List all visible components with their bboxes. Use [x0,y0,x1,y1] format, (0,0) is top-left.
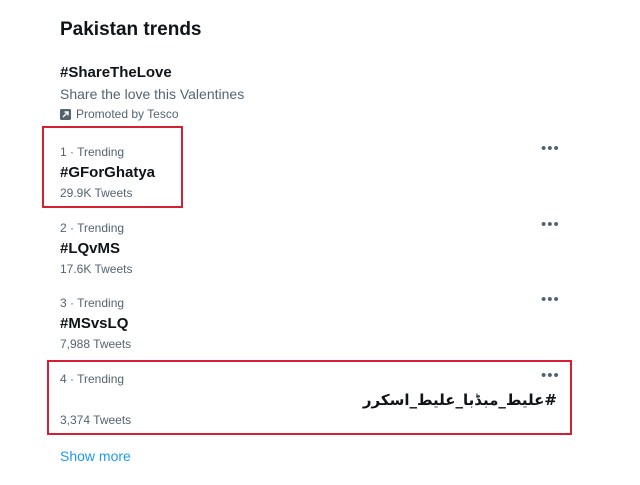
trend-count: 7,988 Tweets [60,337,132,351]
trend-count: 17.6K Tweets [60,262,133,276]
trend-name[interactable]: #LQvMS [60,239,560,259]
promoted-arrow-icon [60,108,71,120]
trend-item[interactable]: 2 · Trending #LQvMS 17.6K Tweets ••• [60,217,560,277]
trend-meta: 2 · Trending [60,221,125,235]
trend-item[interactable]: 3 · Trending #MSvsLQ 7,988 Tweets ••• [60,292,560,352]
promoted-description: Share the love this Valentines [60,86,245,102]
promoted-hashtag[interactable]: #ShareTheLove [60,63,244,83]
page-title: Pakistan trends [60,19,202,40]
more-icon[interactable]: ••• [541,292,560,307]
highlight-box-trend-4 [47,360,572,435]
promoted-trend[interactable]: #ShareTheLove Share the love this Valent… [60,63,244,121]
highlight-box-trend-1 [42,126,183,208]
more-icon[interactable]: ••• [541,141,560,156]
more-icon[interactable]: ••• [541,217,560,232]
promoted-by: Promoted by Tesco [60,107,244,121]
trend-name[interactable]: #MSvsLQ [60,314,560,334]
show-more-link[interactable]: Show more [60,448,131,464]
trend-meta: 3 · Trending [60,296,125,310]
promoted-by-label: Promoted by Tesco [76,107,179,121]
